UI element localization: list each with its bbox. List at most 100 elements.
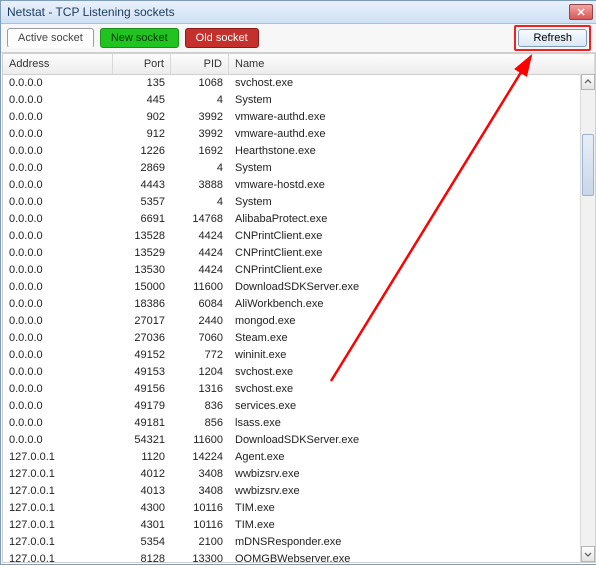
- cell-address: 0.0.0.0: [3, 94, 113, 106]
- cell-address: 0.0.0.0: [3, 417, 113, 429]
- table-row[interactable]: 0.0.0.0491531204svchost.exe: [3, 363, 581, 380]
- cell-pid: 856: [171, 417, 229, 429]
- cell-port: 2869: [113, 162, 171, 174]
- cell-pid: 14768: [171, 213, 229, 225]
- tab-old-socket[interactable]: Old socket: [185, 28, 259, 48]
- table-row[interactable]: 0.0.0.049179836services.exe: [3, 397, 581, 414]
- cell-name: svchost.exe: [229, 383, 581, 395]
- table-row[interactable]: 0.0.0.09123992vmware-authd.exe: [3, 125, 581, 142]
- chevron-up-icon: [584, 78, 592, 86]
- cell-pid: 11600: [171, 434, 229, 446]
- cell-name: wwbizsrv.exe: [229, 485, 581, 497]
- table-row[interactable]: 0.0.0.044433888vmware-hostd.exe: [3, 176, 581, 193]
- cell-port: 49152: [113, 349, 171, 361]
- table-row[interactable]: 0.0.0.0135284424CNPrintClient.exe: [3, 227, 581, 244]
- table-row[interactable]: 0.0.0.0270367060Steam.exe: [3, 329, 581, 346]
- close-button[interactable]: [569, 4, 593, 20]
- cell-port: 912: [113, 128, 171, 140]
- table-body: 0.0.0.01351068svchost.exe0.0.0.04454Syst…: [3, 74, 581, 562]
- table-row[interactable]: 0.0.0.0135294424CNPrintClient.exe: [3, 244, 581, 261]
- cell-pid: 4: [171, 162, 229, 174]
- table-row[interactable]: 0.0.0.049152772wininit.exe: [3, 346, 581, 363]
- tab-new-socket[interactable]: New socket: [100, 28, 179, 48]
- chevron-down-icon: [584, 550, 592, 558]
- table-row[interactable]: 127.0.0.1112014224Agent.exe: [3, 448, 581, 465]
- table-row[interactable]: 0.0.0.09023992vmware-authd.exe: [3, 108, 581, 125]
- col-port[interactable]: Port: [113, 54, 171, 74]
- cell-port: 27017: [113, 315, 171, 327]
- refresh-highlight: Refresh: [514, 25, 591, 51]
- refresh-button[interactable]: Refresh: [518, 29, 587, 47]
- table-row[interactable]: 0.0.0.01500011600DownloadSDKServer.exe: [3, 278, 581, 295]
- cell-address: 0.0.0.0: [3, 281, 113, 293]
- table-row[interactable]: 0.0.0.0183866084AliWorkbench.exe: [3, 295, 581, 312]
- cell-name: TIM.exe: [229, 502, 581, 514]
- cell-address: 127.0.0.1: [3, 553, 113, 563]
- cell-address: 0.0.0.0: [3, 247, 113, 259]
- cell-pid: 10116: [171, 519, 229, 531]
- cell-port: 49181: [113, 417, 171, 429]
- cell-port: 13528: [113, 230, 171, 242]
- cell-pid: 3408: [171, 468, 229, 480]
- table-row[interactable]: 0.0.0.01351068svchost.exe: [3, 74, 581, 91]
- scroll-thumb[interactable]: [582, 134, 594, 196]
- table-row[interactable]: 0.0.0.0491561316svchost.exe: [3, 380, 581, 397]
- cell-name: wininit.exe: [229, 349, 581, 361]
- table-row[interactable]: 0.0.0.0669114768AlibabaProtect.exe: [3, 210, 581, 227]
- cell-pid: 3888: [171, 179, 229, 191]
- table-row[interactable]: 127.0.0.153542100mDNSResponder.exe: [3, 533, 581, 550]
- cell-address: 0.0.0.0: [3, 196, 113, 208]
- cell-name: CNPrintClient.exe: [229, 247, 581, 259]
- cell-address: 127.0.0.1: [3, 468, 113, 480]
- cell-port: 49179: [113, 400, 171, 412]
- col-pid[interactable]: PID: [171, 54, 229, 74]
- cell-pid: 4424: [171, 264, 229, 276]
- table-row[interactable]: 0.0.0.028694System: [3, 159, 581, 176]
- table-row[interactable]: 127.0.0.1812813300QQMGBWebserver.exe: [3, 550, 581, 562]
- cell-pid: 10116: [171, 502, 229, 514]
- cell-address: 0.0.0.0: [3, 230, 113, 242]
- tab-active-socket[interactable]: Active socket: [7, 28, 94, 48]
- table-row[interactable]: 0.0.0.05432111600DownloadSDKServer.exe: [3, 431, 581, 448]
- title-bar[interactable]: Netstat - TCP Listening sockets: [1, 1, 596, 24]
- cell-name: Agent.exe: [229, 451, 581, 463]
- cell-name: CNPrintClient.exe: [229, 264, 581, 276]
- cell-pid: 3992: [171, 111, 229, 123]
- table-row[interactable]: 0.0.0.0270172440mongod.exe: [3, 312, 581, 329]
- cell-port: 5354: [113, 536, 171, 548]
- table-row[interactable]: 0.0.0.0135304424CNPrintClient.exe: [3, 261, 581, 278]
- socket-table: Address Port PID Name 0.0.0.01351068svch…: [2, 53, 596, 563]
- col-name[interactable]: Name: [229, 54, 595, 74]
- cell-address: 0.0.0.0: [3, 400, 113, 412]
- table-row[interactable]: 127.0.0.1430110116TIM.exe: [3, 516, 581, 533]
- cell-name: AlibabaProtect.exe: [229, 213, 581, 225]
- cell-pid: 836: [171, 400, 229, 412]
- table-row[interactable]: 127.0.0.140123408wwbizsrv.exe: [3, 465, 581, 482]
- scroll-down-button[interactable]: [581, 546, 595, 562]
- cell-port: 4013: [113, 485, 171, 497]
- cell-port: 4301: [113, 519, 171, 531]
- cell-port: 445: [113, 94, 171, 106]
- table-row[interactable]: 127.0.0.140133408wwbizsrv.exe: [3, 482, 581, 499]
- cell-address: 127.0.0.1: [3, 451, 113, 463]
- cell-port: 13530: [113, 264, 171, 276]
- table-row[interactable]: 0.0.0.049181856lsass.exe: [3, 414, 581, 431]
- cell-name: System: [229, 196, 581, 208]
- col-address[interactable]: Address: [3, 54, 113, 74]
- table-header: Address Port PID Name: [3, 54, 595, 75]
- cell-port: 49156: [113, 383, 171, 395]
- vertical-scrollbar[interactable]: [580, 74, 595, 562]
- cell-name: services.exe: [229, 400, 581, 412]
- cell-address: 0.0.0.0: [3, 366, 113, 378]
- cell-address: 127.0.0.1: [3, 519, 113, 531]
- table-row[interactable]: 0.0.0.04454System: [3, 91, 581, 108]
- scroll-up-button[interactable]: [581, 74, 595, 90]
- cell-name: CNPrintClient.exe: [229, 230, 581, 242]
- cell-port: 18386: [113, 298, 171, 310]
- table-row[interactable]: 0.0.0.053574System: [3, 193, 581, 210]
- cell-pid: 2440: [171, 315, 229, 327]
- table-row[interactable]: 0.0.0.012261692Hearthstone.exe: [3, 142, 581, 159]
- cell-port: 6691: [113, 213, 171, 225]
- cell-port: 13529: [113, 247, 171, 259]
- table-row[interactable]: 127.0.0.1430010116TIM.exe: [3, 499, 581, 516]
